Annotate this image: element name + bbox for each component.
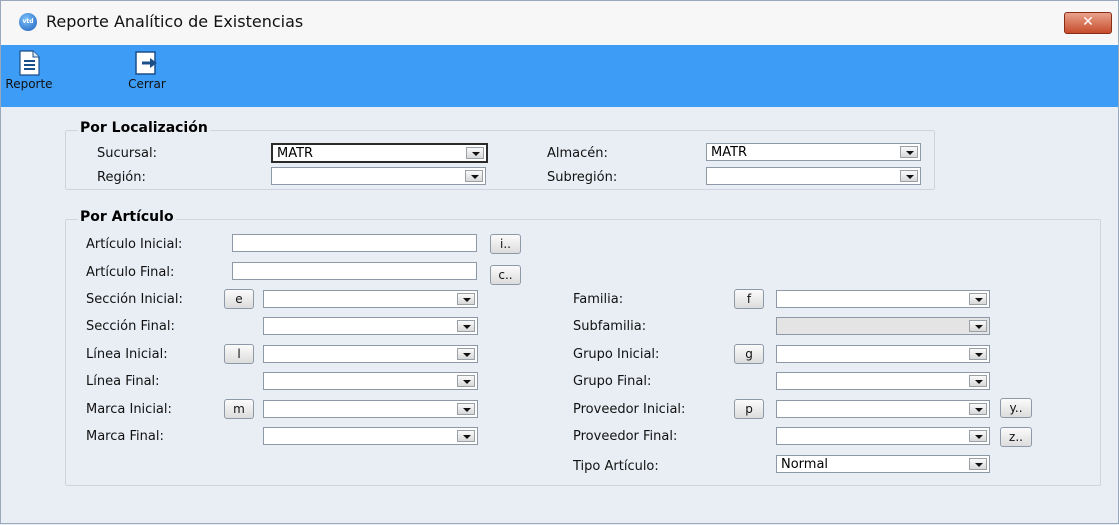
chevron-down-icon[interactable] bbox=[457, 293, 475, 305]
proveedor-final-select[interactable] bbox=[776, 427, 990, 445]
chevron-down-icon[interactable] bbox=[465, 170, 483, 182]
sucursal-label: Sucursal: bbox=[97, 146, 157, 161]
proveedor-inicial-label: Proveedor Inicial: bbox=[573, 402, 686, 417]
window-title: Reporte Analítico de Existencias bbox=[46, 12, 304, 31]
chevron-down-icon[interactable] bbox=[900, 170, 918, 182]
subfamilia-select[interactable] bbox=[776, 317, 990, 335]
seccion-final-label: Sección Final: bbox=[86, 319, 175, 334]
proveedor-final-label: Proveedor Final: bbox=[573, 429, 678, 444]
almacen-label: Almacén: bbox=[547, 146, 608, 161]
chevron-down-icon[interactable] bbox=[969, 348, 987, 360]
subfamilia-label: Subfamilia: bbox=[573, 319, 647, 334]
chevron-down-icon[interactable] bbox=[457, 430, 475, 442]
proveedor-inicial-button[interactable]: p bbox=[734, 399, 764, 419]
tipo-articulo-select[interactable]: Normal bbox=[776, 455, 990, 473]
report-icon bbox=[16, 49, 42, 77]
marca-inicial-button[interactable]: m bbox=[224, 399, 254, 419]
grupo-final-select[interactable] bbox=[776, 372, 990, 390]
chevron-down-icon[interactable] bbox=[969, 403, 987, 415]
articulo-inicial-label: Artículo Inicial: bbox=[86, 237, 183, 252]
seccion-inicial-label: Sección Inicial: bbox=[86, 292, 183, 307]
chevron-down-icon[interactable] bbox=[969, 320, 987, 332]
close-window-button[interactable]: ✕ bbox=[1064, 12, 1112, 34]
chevron-down-icon[interactable] bbox=[457, 320, 475, 332]
grupo-final-label: Grupo Final: bbox=[573, 374, 652, 389]
cerrar-button[interactable]: Cerrar bbox=[125, 49, 169, 91]
tipo-articulo-label: Tipo Artículo: bbox=[573, 459, 659, 474]
app-icon: vtd bbox=[19, 13, 37, 31]
linea-inicial-button[interactable]: l bbox=[224, 344, 254, 364]
articulo-final-input[interactable] bbox=[232, 262, 477, 280]
chevron-down-icon[interactable] bbox=[457, 348, 475, 360]
chevron-down-icon[interactable] bbox=[900, 146, 918, 158]
grupo-inicial-label: Grupo Inicial: bbox=[573, 347, 660, 362]
region-label: Región: bbox=[97, 170, 146, 185]
marca-final-select[interactable] bbox=[263, 427, 478, 445]
marca-inicial-select[interactable] bbox=[263, 400, 478, 418]
familia-select[interactable] bbox=[776, 290, 990, 308]
familia-button[interactable]: f bbox=[734, 289, 764, 309]
reporte-button[interactable]: Reporte bbox=[3, 49, 55, 91]
chevron-down-icon[interactable] bbox=[969, 375, 987, 387]
chevron-down-icon[interactable] bbox=[969, 293, 987, 305]
localizacion-title: Por Localización bbox=[78, 120, 210, 136]
articulo-inicial-lookup-button[interactable]: i.. bbox=[490, 234, 521, 254]
chevron-down-icon[interactable] bbox=[969, 430, 987, 442]
linea-final-label: Línea Final: bbox=[86, 374, 160, 389]
articulo-final-label: Artículo Final: bbox=[86, 265, 175, 280]
title-bar: vtd Reporte Analítico de Existencias ✕ bbox=[0, 0, 1119, 46]
almacen-value: MATR bbox=[711, 145, 748, 160]
articulo-title: Por Artículo bbox=[78, 209, 176, 225]
sucursal-value: MATR bbox=[277, 146, 314, 161]
toolbar: Reporte Cerrar bbox=[0, 45, 1119, 107]
articulo-final-lookup-button[interactable]: c.. bbox=[490, 265, 521, 285]
grupo-inicial-select[interactable] bbox=[776, 345, 990, 363]
seccion-inicial-select[interactable] bbox=[263, 290, 478, 308]
grupo-inicial-button[interactable]: g bbox=[734, 344, 764, 364]
chevron-down-icon[interactable] bbox=[466, 147, 484, 159]
marca-final-label: Marca Final: bbox=[86, 429, 164, 444]
chevron-down-icon[interactable] bbox=[457, 375, 475, 387]
marca-inicial-label: Marca Inicial: bbox=[86, 402, 172, 417]
linea-final-select[interactable] bbox=[263, 372, 478, 390]
familia-label: Familia: bbox=[573, 292, 624, 307]
articulo-inicial-input[interactable] bbox=[232, 234, 477, 252]
chevron-down-icon[interactable] bbox=[457, 403, 475, 415]
exit-icon bbox=[134, 49, 160, 77]
reporte-label: Reporte bbox=[5, 77, 53, 91]
linea-inicial-label: Línea Inicial: bbox=[86, 347, 168, 362]
subregion-label: Subregión: bbox=[547, 170, 618, 185]
subregion-select[interactable] bbox=[706, 167, 921, 185]
proveedor-inicial-lookup-button[interactable]: y.. bbox=[1000, 398, 1032, 418]
proveedor-inicial-select[interactable] bbox=[776, 400, 990, 418]
almacen-select[interactable]: MATR bbox=[706, 143, 921, 161]
seccion-inicial-button[interactable]: e bbox=[224, 289, 254, 309]
sucursal-select[interactable]: MATR bbox=[271, 143, 488, 163]
seccion-final-select[interactable] bbox=[263, 317, 478, 335]
proveedor-final-lookup-button[interactable]: z.. bbox=[1000, 427, 1032, 447]
tipo-articulo-value: Normal bbox=[781, 457, 829, 472]
region-select[interactable] bbox=[271, 167, 486, 185]
chevron-down-icon[interactable] bbox=[969, 458, 987, 470]
cerrar-label: Cerrar bbox=[128, 77, 166, 91]
linea-inicial-select[interactable] bbox=[263, 345, 478, 363]
